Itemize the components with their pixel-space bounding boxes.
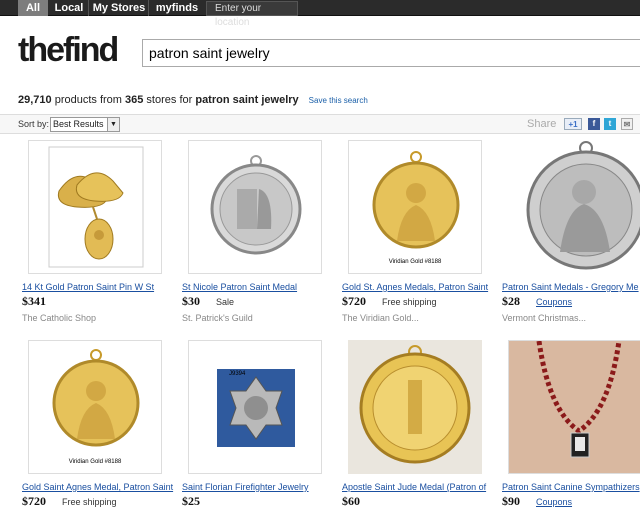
free-shipping-badge: Free shipping <box>62 497 117 507</box>
product-price: $25 <box>182 494 200 508</box>
product-price: $60 <box>342 494 360 508</box>
facebook-icon[interactable]: f <box>588 118 600 130</box>
tab-local[interactable]: Local <box>50 0 88 16</box>
silver-medal-image <box>210 155 302 255</box>
results-text-for: stores for <box>143 94 196 106</box>
image-caption: Viridian Gold #8188 <box>388 259 442 265</box>
logo-find: find <box>63 31 119 69</box>
saint-jude-medal-image <box>348 340 482 474</box>
gold-medal-image <box>372 151 460 249</box>
results-stores: 365 <box>125 94 144 106</box>
product-title[interactable]: St Nicole Patron Saint Medal <box>182 282 336 292</box>
thefind-logo[interactable]: thefind <box>18 30 119 70</box>
product-title[interactable]: Apostle Saint Jude Medal (Patron of <box>342 482 496 492</box>
product-price: $720 <box>22 494 46 508</box>
product-image[interactable]: J9394 <box>188 340 322 474</box>
product-image[interactable] <box>508 140 640 274</box>
bead-necklace-image <box>509 341 640 473</box>
google-plus-one-icon[interactable]: +1 <box>564 118 582 130</box>
product-image[interactable] <box>188 140 322 274</box>
image-caption: J9394 <box>229 371 246 377</box>
results-query: patron saint jewelry <box>195 94 299 106</box>
results-text-mid: products from <box>51 94 126 106</box>
image-caption: Viridian Gold #8188 <box>68 459 122 465</box>
product-image[interactable] <box>28 140 162 274</box>
email-icon[interactable]: ✉ <box>621 118 633 130</box>
product-price: $341 <box>22 294 46 308</box>
product-store[interactable]: St. Patrick's Guild <box>182 313 253 323</box>
location-input[interactable]: Enter your location <box>206 1 298 28</box>
product-title[interactable]: Patron Saint Canine Sympathizers <box>502 482 640 492</box>
save-search-link[interactable]: Save this search <box>309 96 368 105</box>
tab-myfinds[interactable]: myfinds <box>150 0 204 16</box>
product-title[interactable]: Gold St. Agnes Medals, Patron Saint <box>342 282 496 292</box>
product-title[interactable]: Gold Saint Agnes Medal, Patron Saint <box>22 482 176 492</box>
product-price: $720 <box>342 294 366 308</box>
product-price: $90 <box>502 494 520 508</box>
sort-selected-value: Best Results <box>53 119 104 129</box>
product-store[interactable]: Vermont Christmas... <box>502 313 586 323</box>
sort-bar: Sort by: Best Results ▼ Share +1 f t ✉ <box>0 114 640 134</box>
results-count: 29,710 <box>18 94 52 106</box>
free-shipping-badge: Free shipping <box>382 297 437 307</box>
baby-shoes-pin-image <box>48 146 144 268</box>
product-image[interactable] <box>348 340 482 474</box>
tab-my-stores[interactable]: My Stores <box>90 0 148 16</box>
product-store[interactable]: The Catholic Shop <box>22 313 96 323</box>
gold-medal-image <box>52 349 140 447</box>
product-image[interactable]: Viridian Gold #8188 <box>348 140 482 274</box>
logo-the: the <box>18 31 65 69</box>
product-price: $28 <box>502 294 520 308</box>
sort-label: Sort by: <box>18 119 50 129</box>
tab-all[interactable]: All <box>18 0 48 16</box>
product-title[interactable]: Saint Florian Firefighter Jewelry <box>182 482 336 492</box>
sort-select[interactable]: Best Results ▼ <box>50 117 120 132</box>
results-summary: 29,710 products from 365 stores for patr… <box>18 94 368 106</box>
twitter-icon[interactable]: t <box>604 118 616 130</box>
product-title[interactable]: 14 Kt Gold Patron Saint Pin W St <box>22 282 176 292</box>
product-image[interactable] <box>508 340 640 474</box>
chevron-down-icon: ▼ <box>107 118 119 131</box>
coupons-link[interactable]: Coupons <box>536 297 572 307</box>
silver-gregory-medal-image <box>526 141 640 270</box>
product-title[interactable]: Patron Saint Medals - Gregory Me <box>502 282 640 292</box>
nav-divider <box>88 0 89 16</box>
top-nav: All Local My Stores myfinds Enter your l… <box>0 0 640 28</box>
nav-divider <box>148 0 149 16</box>
product-image[interactable]: Viridian Gold #8188 <box>28 340 162 474</box>
coupons-link[interactable]: Coupons <box>536 497 572 507</box>
product-price: $30 <box>182 294 200 308</box>
product-store[interactable]: The Viridian Gold... <box>342 313 419 323</box>
share-label: Share <box>527 118 557 130</box>
firefighter-cross-image <box>217 369 295 447</box>
search-input[interactable] <box>142 39 640 67</box>
sale-badge: Sale <box>216 297 235 307</box>
